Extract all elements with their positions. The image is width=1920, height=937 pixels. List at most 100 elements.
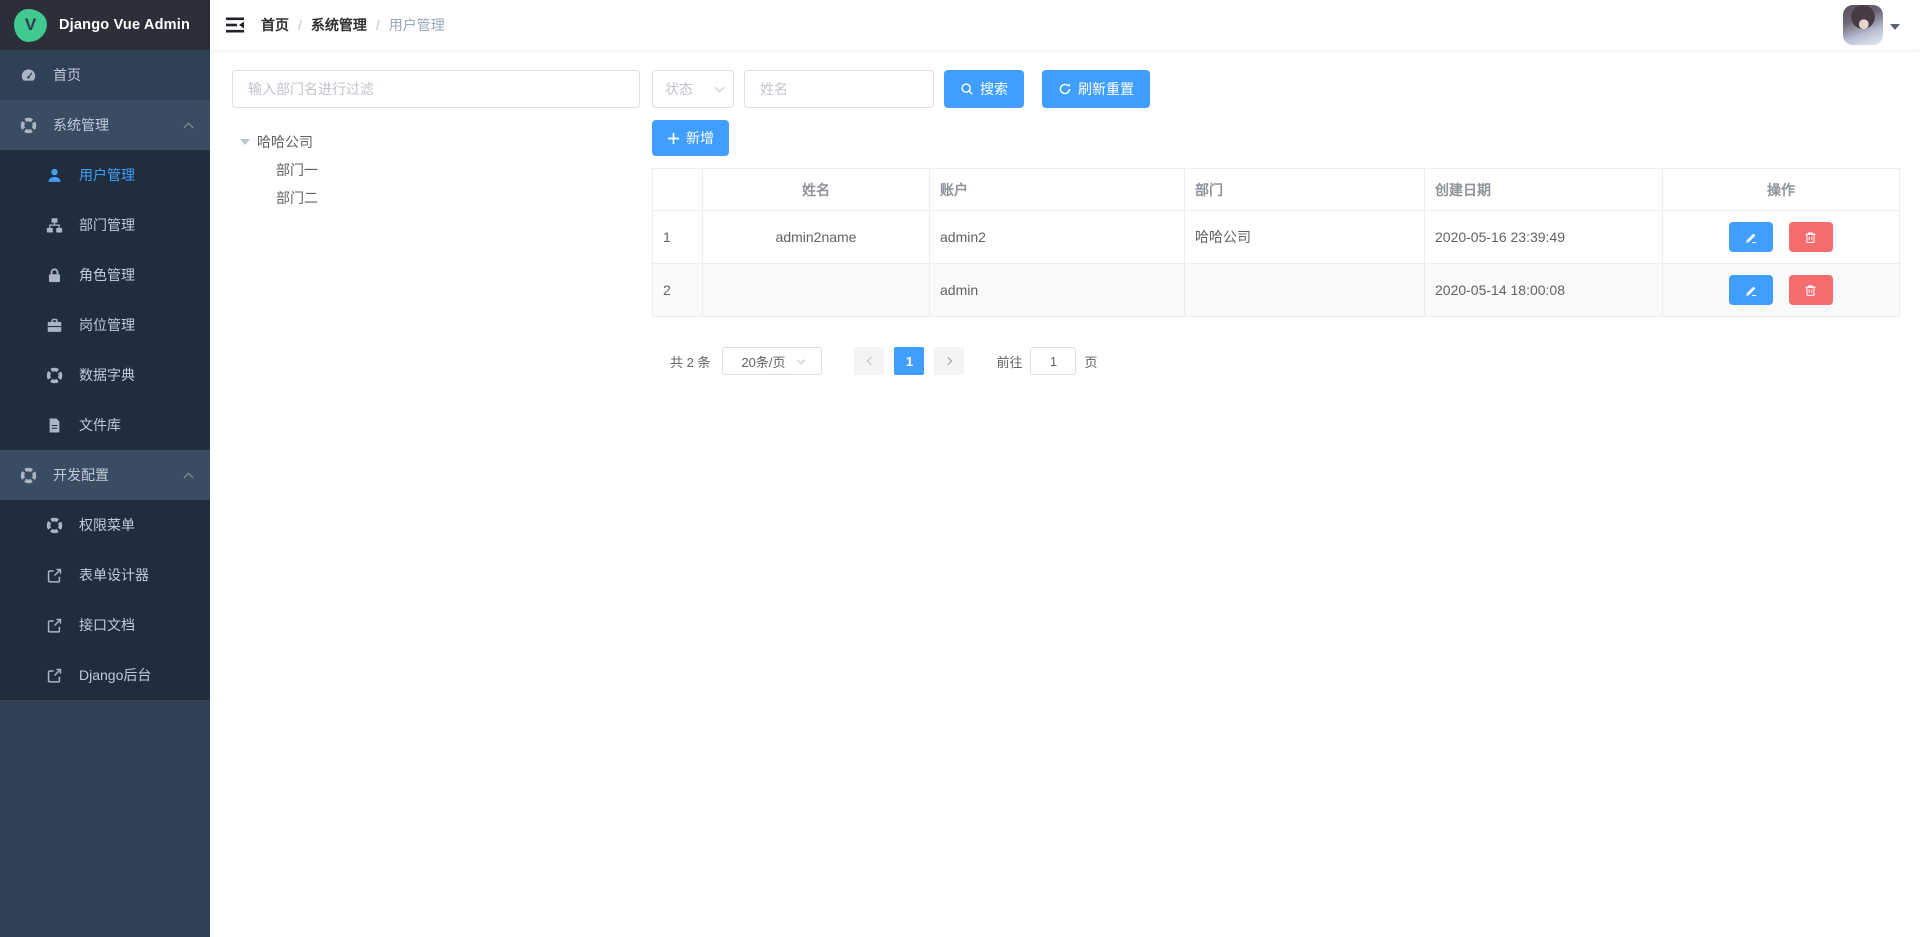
app-title: Django Vue Admin: [59, 17, 190, 33]
system-management-submenu: 用户管理 部门管理 角色管理: [0, 150, 210, 450]
department-panel: 哈哈公司 部门一 部门二: [232, 70, 640, 937]
search-button[interactable]: 搜索: [944, 70, 1024, 108]
filter-row: 状态 搜索: [652, 70, 1900, 108]
chevron-down-icon: [715, 82, 725, 92]
col-department: 部门: [1185, 169, 1425, 211]
user-table: 姓名 账户 部门 创建日期 操作 1 admin2name admin2 哈哈公: [652, 168, 1900, 317]
sidebar-item-data-dictionary[interactable]: 数据字典: [0, 350, 210, 400]
breadcrumb: 首页 / 系统管理 / 用户管理: [261, 15, 445, 35]
edit-button[interactable]: [1729, 222, 1773, 252]
user-icon: [46, 167, 63, 184]
sidebar-item-label: 部门管理: [79, 215, 135, 235]
external-link-icon: [46, 667, 63, 684]
sidebar-item-file-library[interactable]: 文件库: [0, 400, 210, 450]
cell-name: admin2name: [703, 211, 930, 264]
cell-name: [703, 264, 930, 317]
cell-actions: [1663, 264, 1900, 317]
tree-node-dept1[interactable]: 部门一: [232, 156, 640, 184]
sidebar-item-home[interactable]: 首页: [0, 50, 210, 100]
delete-button[interactable]: [1789, 275, 1833, 305]
sidebar-item-label: 首页: [53, 65, 81, 85]
chevron-up-icon: [184, 472, 194, 482]
cell-index: 1: [653, 211, 703, 264]
status-select[interactable]: 状态: [652, 70, 734, 108]
pagination-total: 共 2 条: [670, 352, 710, 371]
top-navbar: 首页 / 系统管理 / 用户管理: [210, 0, 1920, 50]
goto-label: 前往: [996, 352, 1022, 371]
sidebar-item-department-management[interactable]: 部门管理: [0, 200, 210, 250]
briefcase-icon: [46, 317, 63, 334]
col-index: [653, 169, 703, 211]
cell-department: 哈哈公司: [1185, 211, 1425, 264]
lock-icon: [46, 267, 63, 284]
cell-actions: [1663, 211, 1900, 264]
goto-page-input[interactable]: [1030, 347, 1076, 375]
sidebar-item-label: 文件库: [79, 415, 121, 435]
prev-page-button[interactable]: [854, 347, 884, 375]
caret-down-icon[interactable]: [1890, 24, 1900, 30]
hamburger-icon[interactable]: [225, 15, 245, 35]
sidebar: V Django Vue Admin 首页 系统管理: [0, 0, 210, 937]
sidebar-item-user-management[interactable]: 用户管理: [0, 150, 210, 200]
component-icon: [20, 117, 37, 134]
chevron-down-icon: [796, 355, 804, 363]
breadcrumb-separator: /: [298, 17, 302, 33]
sidebar-item-role-management[interactable]: 角色管理: [0, 250, 210, 300]
caret-down-icon[interactable]: [240, 139, 250, 145]
page-number-1[interactable]: 1: [894, 347, 924, 375]
sidebar-item-label: 开发配置: [53, 465, 109, 485]
search-button-label: 搜索: [980, 79, 1008, 99]
cell-account: admin2: [930, 211, 1185, 264]
avatar[interactable]: [1843, 5, 1883, 45]
sidebar-item-label: 角色管理: [79, 265, 135, 285]
external-link-icon: [46, 617, 63, 634]
edit-button[interactable]: [1729, 275, 1773, 305]
sidebar-item-label: 权限菜单: [79, 515, 135, 535]
name-filter-input[interactable]: [744, 70, 934, 108]
plus-icon: [667, 132, 680, 145]
table-header-row: 姓名 账户 部门 创建日期 操作: [653, 169, 1900, 211]
goto-unit-label: 页: [1084, 352, 1097, 371]
col-account: 账户: [930, 169, 1185, 211]
edit-pencil-icon: [1745, 231, 1758, 244]
sidebar-item-label: 接口文档: [79, 615, 135, 635]
goto-page: 前往 页: [996, 347, 1097, 375]
sidebar-item-form-designer[interactable]: 表单设计器: [0, 550, 210, 600]
trash-icon: [1804, 284, 1817, 297]
cell-created-date: 2020-05-16 23:39:49: [1425, 211, 1663, 264]
sidebar-item-label: 岗位管理: [79, 315, 135, 335]
navbar-right: [1843, 5, 1900, 45]
sidebar-item-django-backend[interactable]: Django后台: [0, 650, 210, 700]
page-size-select[interactable]: 20条/页: [722, 347, 822, 375]
logo-bar[interactable]: V Django Vue Admin: [0, 0, 210, 50]
sidebar-item-system-management[interactable]: 系统管理: [0, 100, 210, 150]
chevron-left-icon: [867, 357, 875, 365]
breadcrumb-home[interactable]: 首页: [261, 15, 289, 35]
page-size-label: 20条/页: [741, 352, 785, 371]
next-page-button[interactable]: [934, 347, 964, 375]
sidebar-item-post-management[interactable]: 岗位管理: [0, 300, 210, 350]
sidebar-item-api-docs[interactable]: 接口文档: [0, 600, 210, 650]
refresh-reset-button[interactable]: 刷新重置: [1042, 70, 1150, 108]
sidebar-item-dev-config[interactable]: 开发配置: [0, 450, 210, 500]
status-select-placeholder: 状态: [665, 79, 693, 99]
sidebar-item-permission-menu[interactable]: 权限菜单: [0, 500, 210, 550]
breadcrumb-system[interactable]: 系统管理: [311, 15, 367, 35]
add-user-button[interactable]: 新增: [652, 120, 729, 156]
vue-logo-icon: V: [14, 9, 47, 42]
department-filter-input[interactable]: [232, 70, 640, 108]
sidebar-item-label: 系统管理: [53, 115, 109, 135]
col-name: 姓名: [703, 169, 930, 211]
tree-node-dept2[interactable]: 部门二: [232, 184, 640, 212]
edit-pencil-icon: [1745, 284, 1758, 297]
chevron-up-icon: [184, 122, 194, 132]
tree-node-company[interactable]: 哈哈公司: [232, 128, 640, 156]
delete-button[interactable]: [1789, 222, 1833, 252]
sidebar-menu: 首页 系统管理 用户管理: [0, 50, 210, 937]
dev-config-submenu: 权限菜单 表单设计器 接口文档: [0, 500, 210, 700]
cell-created-date: 2020-05-14 18:00:08: [1425, 264, 1663, 317]
breadcrumb-separator: /: [376, 17, 380, 33]
refresh-reset-button-label: 刷新重置: [1078, 79, 1134, 99]
app-root: V Django Vue Admin 首页 系统管理: [0, 0, 1920, 937]
table-row: 2 admin 2020-05-14 18:00:08: [653, 264, 1900, 317]
